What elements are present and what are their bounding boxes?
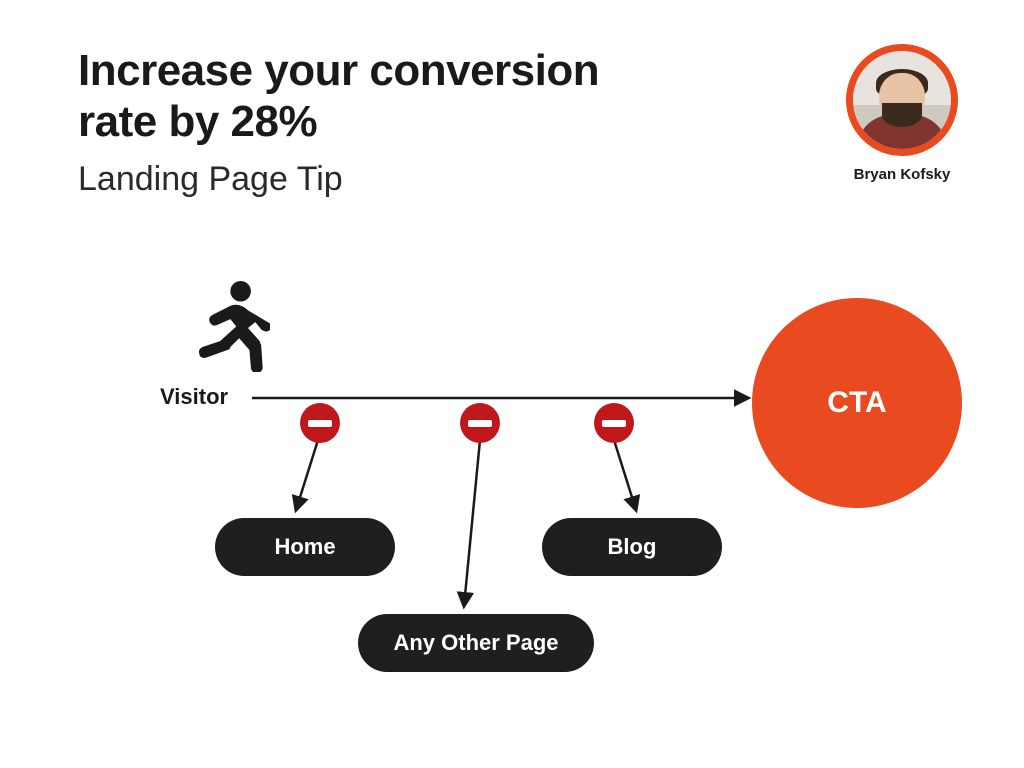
visitor-label: Visitor (160, 384, 228, 410)
route-pill-any-other-page: Any Other Page (358, 614, 594, 672)
cta-circle: CTA (752, 298, 962, 508)
route-pill-blog: Blog (542, 518, 722, 576)
route-pill-home: Home (215, 518, 395, 576)
runner-icon (176, 278, 270, 372)
no-entry-icon (594, 403, 634, 443)
cta-label: CTA (827, 386, 886, 420)
no-entry-icon (300, 403, 340, 443)
no-entry-icon (460, 403, 500, 443)
